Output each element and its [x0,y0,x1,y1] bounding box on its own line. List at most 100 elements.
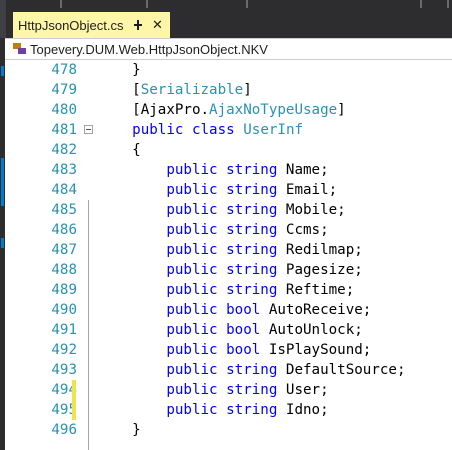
code-text: public class UserInf [98,120,303,140]
document-tab-well: HttpJsonObject.cs ✕ [0,0,452,40]
toolbar-separator [420,0,422,8]
tool-strip-marker [1,66,4,76]
type-token: AjaxNoTypeUsage [209,102,338,118]
code-text: public bool AutoReceive; [98,300,371,320]
code-line[interactable]: 486 public string Ccms; [5,220,452,240]
tab-title: HttpJsonObject.cs [18,17,124,33]
line-number: 481 [51,122,77,138]
code-text: public bool IsPlaySound; [98,340,371,360]
code-text: public string Idno; [98,400,329,420]
text-token: Mobile; [277,202,346,218]
text-token: Name; [277,162,329,178]
code-line[interactable]: 490 public bool AutoReceive; [5,300,452,320]
text-token: Reftime; [277,282,355,298]
code-line[interactable]: 482 { [5,140,452,160]
line-number: 483 [51,162,77,178]
code-text: { [98,140,141,160]
keyword-token: bool [226,322,261,338]
code-line[interactable]: 492 public bool IsPlaySound; [5,340,452,360]
line-number: 493 [51,362,77,378]
tab-httpjsonobject[interactable]: HttpJsonObject.cs ✕ [13,12,170,40]
close-icon[interactable]: ✕ [150,17,166,33]
code-text: public string Reftime; [98,280,354,300]
pin-icon[interactable] [132,20,144,30]
code-line[interactable]: 479 [Serializable] [5,80,452,100]
code-line[interactable]: 485 public string Mobile; [5,200,452,220]
text-token: } [98,62,141,78]
code-line[interactable]: 494 public string User; [5,380,452,400]
tool-strip-marker [1,238,4,248]
code-line[interactable]: 491 public bool AutoUnlock; [5,320,452,340]
code-line[interactable]: 483 public string Name; [5,160,452,180]
code-line[interactable]: 488 public string Pagesize; [5,260,452,280]
keyword-token: public [166,322,218,338]
line-number: 487 [51,242,77,258]
code-line[interactable]: 495 public string Idno; [5,400,452,420]
code-editor[interactable]: 478 } 479 [Serializable] 480 [AjaxPro.Ajax… [5,60,452,450]
text-token: { [98,142,141,158]
collapse-toggle-icon[interactable] [84,125,93,134]
line-number: 490 [51,302,77,318]
code-line[interactable]: 487 public string Redilmap; [5,240,452,260]
navigation-bar[interactable]: Topevery.DUM.Web.HttpJsonObject.NKV [5,38,452,60]
keyword-token: public [166,162,218,178]
keyword-token: public [166,302,218,318]
type-token: UserInf [243,122,304,138]
line-number: 486 [51,222,77,238]
code-text: public string Name; [98,160,329,180]
code-text: public string Email; [98,180,337,200]
code-line[interactable]: 480 [AjaxPro.AjaxNoTypeUsage] [5,100,452,120]
line-number: 480 [51,102,77,118]
code-line[interactable]: 481 public class UserInf [5,120,452,140]
keyword-token: string [226,242,278,258]
window-edge [0,0,6,40]
keyword-token: class [191,122,235,138]
line-number: 479 [51,82,77,98]
text-token: } [98,422,141,438]
line-number: 488 [51,262,77,278]
line-number: 482 [51,142,77,158]
line-number: 484 [51,182,77,198]
keyword-token: bool [226,342,261,358]
code-text: public string User; [98,380,328,400]
code-line[interactable]: 484 public string Email; [5,180,452,200]
text-token: IsPlaySound; [260,342,372,358]
toolbar-separator [246,0,248,8]
code-line[interactable]: 478 } [5,60,452,80]
code-text: [Serializable] [98,80,252,100]
line-number: 478 [51,62,77,78]
code-line[interactable]: 489 public string Reftime; [5,280,452,300]
keyword-token: string [226,382,278,398]
code-text: } [98,420,141,440]
text-token: AutoUnlock; [260,322,363,338]
toolbar-separator [447,0,449,8]
code-line[interactable]: 496 } [5,420,452,440]
text-token: Idno; [277,402,329,418]
keyword-token: public [166,202,218,218]
text-token: Redilmap; [277,242,363,258]
code-line[interactable]: 493 public string DefaultSource; [5,360,452,380]
keyword-token: public [166,402,218,418]
code-text: public string Ccms; [98,220,328,240]
change-indicator [72,380,76,400]
text-token: [ [98,82,141,98]
code-text: public string DefaultSource; [98,360,405,380]
line-number: 489 [51,282,77,298]
text-token: [AjaxPro. [98,102,210,118]
keyword-token: public [166,242,218,258]
